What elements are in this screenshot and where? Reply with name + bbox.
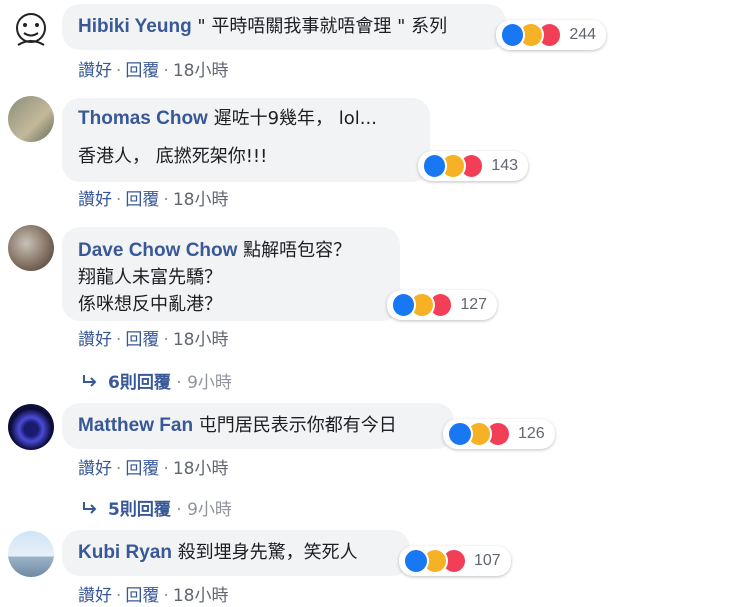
comment-author[interactable]: Matthew Fan xyxy=(78,415,193,436)
avatar[interactable] xyxy=(8,225,54,271)
comment-text: 屯門居民表示你都有今日 xyxy=(198,415,397,436)
comment-actions: 讚好 · 回覆 · 18小時 xyxy=(78,586,229,606)
like-link[interactable]: 讚好 xyxy=(78,586,112,606)
comment-author[interactable]: Hibiki Yeung xyxy=(78,16,192,37)
comment-text: " 平時唔關我事就唔會理 " 系列 xyxy=(197,16,448,37)
reaction-count: 244 xyxy=(569,26,597,43)
reply-link[interactable]: 回覆 xyxy=(125,330,159,350)
reply-link[interactable]: 回覆 xyxy=(125,61,159,81)
reply-arrow-icon xyxy=(82,373,100,393)
reaction-summary[interactable]: 107 xyxy=(399,546,511,576)
like-link[interactable]: 讚好 xyxy=(78,190,112,210)
reaction-count: 126 xyxy=(518,425,545,442)
replies-time: 9小時 xyxy=(187,373,232,393)
thumbs-up-icon xyxy=(447,421,473,447)
comment-bubble: Hibiki Yeung " 平時唔關我事就唔會理 " 系列 xyxy=(62,4,506,50)
comment-actions: 讚好 · 回覆 · 18小時 xyxy=(78,190,229,210)
reply-link[interactable]: 回覆 xyxy=(125,190,159,210)
avatar[interactable] xyxy=(8,7,54,53)
comment-time[interactable]: 18小時 xyxy=(173,61,229,81)
comment-actions: 讚好 · 回覆 · 18小時 xyxy=(78,459,229,479)
comment-author[interactable]: Dave Chow Chow xyxy=(78,240,237,261)
replies-count[interactable]: 5則回覆 xyxy=(108,500,171,520)
replies-time: 9小時 xyxy=(187,500,232,520)
comment-time[interactable]: 18小時 xyxy=(173,190,229,210)
comment-text: 係咪想反中亂港？ xyxy=(78,294,222,315)
reaction-summary[interactable]: 127 xyxy=(387,290,497,320)
comment-bubble: Dave Chow Chow 點解唔包容？ 翔龍人未富先驕？ 係咪想反中亂港？ xyxy=(62,227,400,321)
reaction-count: 143 xyxy=(491,157,519,174)
view-replies-link[interactable]: 6則回覆 · 9小時 xyxy=(82,368,232,393)
comment-text: 遲咗十9幾年， lol... xyxy=(213,108,377,129)
reply-arrow-icon xyxy=(82,500,100,520)
reaction-summary[interactable]: 143 xyxy=(418,151,528,181)
comment-text: 殺到埋身先驚，笑死人 xyxy=(177,542,358,563)
reaction-count: 127 xyxy=(460,296,488,313)
comment-text: 香港人， 底撚死架你!!! xyxy=(78,146,268,167)
comment-time[interactable]: 18小時 xyxy=(173,459,229,479)
like-link[interactable]: 讚好 xyxy=(78,330,112,350)
avatar[interactable] xyxy=(8,531,54,577)
replies-count[interactable]: 6則回覆 xyxy=(108,373,171,393)
thumbs-up-icon xyxy=(403,548,429,574)
comment-text: 翔龍人未富先驕？ xyxy=(78,267,222,288)
comment-time[interactable]: 18小時 xyxy=(173,330,229,350)
reply-link[interactable]: 回覆 xyxy=(125,586,159,606)
view-replies-link[interactable]: 5則回覆 · 9小時 xyxy=(82,495,232,520)
comment-time[interactable]: 18小時 xyxy=(173,586,229,606)
comment-bubble: Thomas Chow 遲咗十9幾年， lol... 香港人， 底撚死架你!!! xyxy=(62,98,430,182)
comment-bubble: Kubi Ryan 殺到埋身先驚，笑死人 xyxy=(62,530,410,576)
reaction-count: 107 xyxy=(474,552,501,569)
avatar[interactable] xyxy=(8,404,54,450)
reaction-summary[interactable]: 126 xyxy=(443,419,555,449)
comment-actions: 讚好 · 回覆 · 18小時 xyxy=(78,61,229,81)
like-link[interactable]: 讚好 xyxy=(78,459,112,479)
comment-author[interactable]: Thomas Chow xyxy=(78,108,208,129)
comment-text: 點解唔包容？ xyxy=(243,240,352,261)
comment-actions: 讚好 · 回覆 · 18小時 xyxy=(78,330,229,350)
reaction-summary[interactable]: 244 xyxy=(496,20,606,50)
avatar[interactable] xyxy=(8,96,54,142)
comment-bubble: Matthew Fan 屯門居民表示你都有今日 xyxy=(62,403,454,449)
comment-author[interactable]: Kubi Ryan xyxy=(78,542,172,563)
like-link[interactable]: 讚好 xyxy=(78,61,112,81)
reply-link[interactable]: 回覆 xyxy=(125,459,159,479)
